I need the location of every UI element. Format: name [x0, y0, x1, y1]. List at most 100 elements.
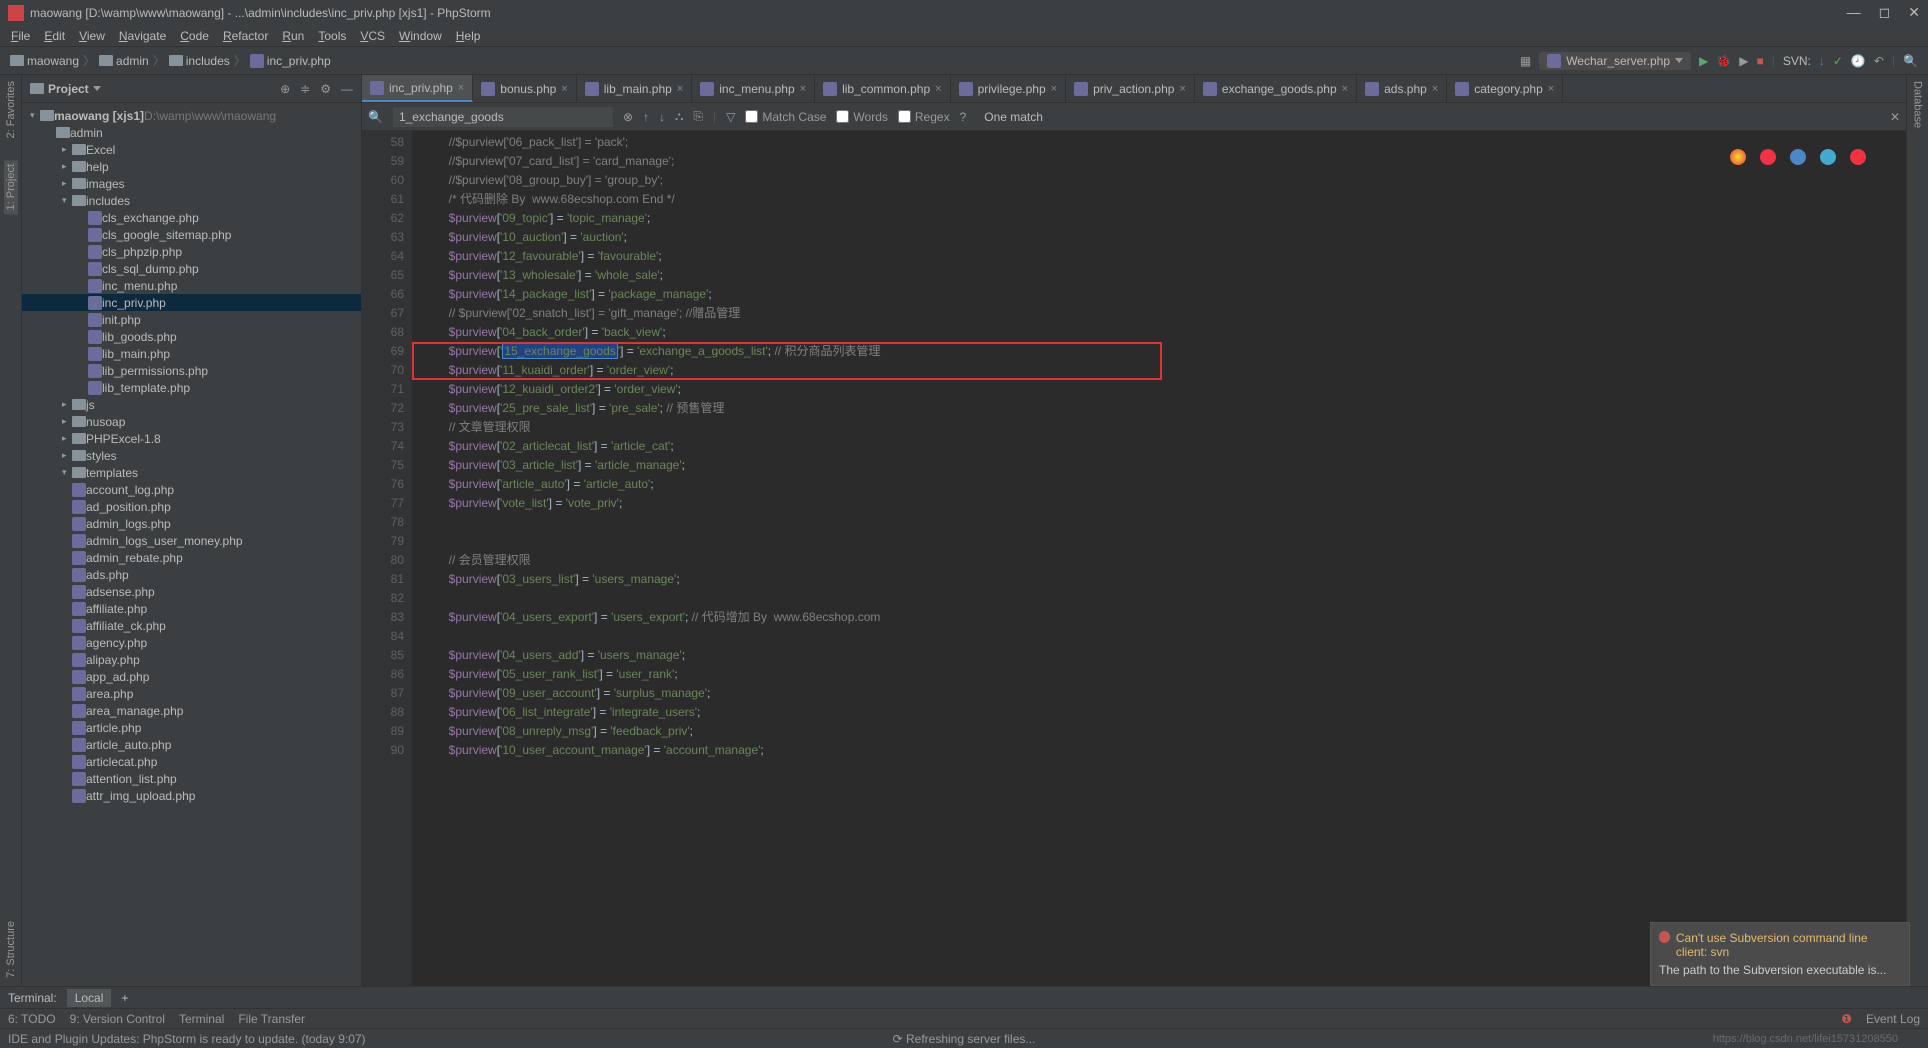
- code-line-64[interactable]: $purview['12_favourable'] = 'favourable'…: [422, 247, 1906, 266]
- code-line-80[interactable]: // 会员管理权限: [422, 551, 1906, 570]
- tab-lib_common.php[interactable]: lib_common.php×: [815, 75, 951, 102]
- code-line-84[interactable]: [422, 627, 1906, 646]
- match-case-checkbox[interactable]: Match Case: [745, 110, 826, 124]
- code-line-90[interactable]: $purview['10_user_account_manage'] = 'ac…: [422, 741, 1906, 760]
- code-line-70[interactable]: $purview['11_kuaidi_order'] = 'order_vie…: [422, 361, 1906, 380]
- menu-edit[interactable]: Edit: [37, 27, 72, 45]
- tab-exchange_goods.php[interactable]: exchange_goods.php×: [1195, 75, 1357, 102]
- code-line-76[interactable]: $purview['article_auto'] = 'article_auto…: [422, 475, 1906, 494]
- tree-item[interactable]: ads.php: [22, 566, 361, 583]
- code-line-71[interactable]: $purview['12_kuaidi_order2'] = 'order_vi…: [422, 380, 1906, 399]
- tree-item[interactable]: affiliate_ck.php: [22, 617, 361, 634]
- add-selection-icon[interactable]: ⎘: [693, 109, 703, 124]
- add-terminal-icon[interactable]: +: [121, 991, 128, 1005]
- close-tab-icon[interactable]: ×: [561, 83, 567, 95]
- code-line-66[interactable]: $purview['14_package_list'] = 'package_m…: [422, 285, 1906, 304]
- tree-item[interactable]: lib_main.php: [22, 345, 361, 362]
- next-match-icon[interactable]: ↓: [659, 110, 665, 124]
- tree-item[interactable]: ▸ PHPExcel-1.8: [22, 430, 361, 447]
- debug-icon[interactable]: 🐞: [1716, 54, 1731, 68]
- opera-icon[interactable]: [1850, 149, 1866, 165]
- prev-match-icon[interactable]: ↑: [643, 110, 649, 124]
- crumb-2[interactable]: includes: [169, 54, 230, 68]
- regex-help-icon[interactable]: ?: [960, 110, 967, 124]
- close-tab-icon[interactable]: ×: [800, 83, 806, 95]
- close-tab-icon[interactable]: ×: [1051, 83, 1057, 95]
- rail-structure[interactable]: 7: Structure: [5, 921, 17, 978]
- code-line-78[interactable]: [422, 513, 1906, 532]
- tree-item[interactable]: articlecat.php: [22, 753, 361, 770]
- tab-inc_menu.php[interactable]: inc_menu.php×: [692, 75, 815, 102]
- tree-item[interactable]: attr_img_upload.php: [22, 787, 361, 804]
- terminal-tool[interactable]: Terminal: [179, 1012, 224, 1026]
- code-line-73[interactable]: // 文章管理权限: [422, 418, 1906, 437]
- tree-item[interactable]: ▸ nusoap: [22, 413, 361, 430]
- tree-root[interactable]: ▾ maowang [xjs1] D:\wamp\www\maowang: [22, 107, 361, 124]
- tree-item[interactable]: ▾ templates: [22, 464, 361, 481]
- tree-item[interactable]: ▸ styles: [22, 447, 361, 464]
- tree-item[interactable]: cls_sql_dump.php: [22, 260, 361, 277]
- tab-ads.php[interactable]: ads.php×: [1357, 75, 1447, 102]
- update-icon[interactable]: ↓: [1819, 54, 1825, 68]
- code-line-60[interactable]: //$purview['08_group_buy'] = 'group_by';: [422, 171, 1906, 190]
- tree-item[interactable]: lib_template.php: [22, 379, 361, 396]
- menu-navigate[interactable]: Navigate: [112, 27, 173, 45]
- menu-code[interactable]: Code: [173, 27, 216, 45]
- code-line-59[interactable]: //$purview['07_card_list'] = 'card_manag…: [422, 152, 1906, 171]
- tree-item[interactable]: alipay.php: [22, 651, 361, 668]
- tree-item[interactable]: affiliate.php: [22, 600, 361, 617]
- menu-file[interactable]: File: [4, 27, 37, 45]
- tree-item[interactable]: area_manage.php: [22, 702, 361, 719]
- stop-icon[interactable]: ■: [1756, 54, 1763, 68]
- tree-item[interactable]: lib_permissions.php: [22, 362, 361, 379]
- collapse-all-icon[interactable]: ≑: [300, 82, 310, 96]
- regex-checkbox[interactable]: Regex: [898, 110, 950, 124]
- code-line-82[interactable]: [422, 589, 1906, 608]
- scroll-from-source-icon[interactable]: ⊕: [280, 82, 290, 96]
- code-line-75[interactable]: $purview['03_article_list'] = 'article_m…: [422, 456, 1906, 475]
- terminal-tab-local[interactable]: Local: [67, 989, 112, 1007]
- tree-item[interactable]: cls_exchange.php: [22, 209, 361, 226]
- crumb-3[interactable]: inc_priv.php: [250, 54, 331, 68]
- code-line-86[interactable]: $purview['05_user_rank_list'] = 'user_ra…: [422, 665, 1906, 684]
- close-tab-icon[interactable]: ×: [1342, 83, 1348, 95]
- tree-item[interactable]: admin_rebate.php: [22, 549, 361, 566]
- close-tab-icon[interactable]: ×: [677, 83, 683, 95]
- project-tree[interactable]: ▾ maowang [xjs1] D:\wamp\www\maowang adm…: [22, 103, 361, 986]
- build-icon[interactable]: ▦: [1520, 54, 1531, 68]
- tree-item[interactable]: init.php: [22, 311, 361, 328]
- rail-database[interactable]: Database: [1912, 81, 1924, 128]
- coverage-icon[interactable]: ▶: [1739, 54, 1748, 68]
- code-line-77[interactable]: $purview['vote_list'] = 'vote_priv';: [422, 494, 1906, 513]
- words-checkbox[interactable]: Words: [836, 110, 887, 124]
- chrome-icon[interactable]: [1730, 149, 1746, 165]
- tree-item[interactable]: ▸ help: [22, 158, 361, 175]
- tree-item[interactable]: inc_menu.php: [22, 277, 361, 294]
- code-line-68[interactable]: $purview['04_back_order'] = 'back_view';: [422, 323, 1906, 342]
- rail-favorites[interactable]: 2: Favorites: [5, 81, 17, 138]
- code-lines[interactable]: //$purview['06_pack_list'] = 'pack'; //$…: [412, 131, 1906, 986]
- code-line-85[interactable]: $purview['04_users_add'] = 'users_manage…: [422, 646, 1906, 665]
- menu-window[interactable]: Window: [392, 27, 449, 45]
- menu-refactor[interactable]: Refactor: [216, 27, 275, 45]
- code-line-61[interactable]: /* 代码删除 By www.68ecshop.com End */: [422, 190, 1906, 209]
- close-tab-icon[interactable]: ×: [935, 83, 941, 95]
- tree-item[interactable]: inc_priv.php: [22, 294, 361, 311]
- hide-icon[interactable]: —: [341, 82, 353, 96]
- code-line-83[interactable]: $purview['04_users_export'] = 'users_exp…: [422, 608, 1906, 627]
- run-config-selector[interactable]: Wechar_server.php: [1539, 52, 1691, 70]
- search-icon[interactable]: 🔍: [1903, 54, 1918, 68]
- tree-item[interactable]: cls_phpzip.php: [22, 243, 361, 260]
- close-tab-icon[interactable]: ×: [458, 82, 464, 94]
- menu-tools[interactable]: Tools: [311, 27, 353, 45]
- tree-item[interactable]: account_log.php: [22, 481, 361, 498]
- tree-item[interactable]: attention_list.php: [22, 770, 361, 787]
- firefox-icon[interactable]: [1760, 149, 1776, 165]
- tree-item[interactable]: admin: [22, 124, 361, 141]
- tree-item[interactable]: admin_logs_user_money.php: [22, 532, 361, 549]
- code-line-74[interactable]: $purview['02_articlecat_list'] = 'articl…: [422, 437, 1906, 456]
- tree-item[interactable]: article_auto.php: [22, 736, 361, 753]
- tab-priv_action.php[interactable]: priv_action.php×: [1066, 75, 1195, 102]
- code-line-63[interactable]: $purview['10_auction'] = 'auction';: [422, 228, 1906, 247]
- code-line-89[interactable]: $purview['08_unreply_msg'] = 'feedback_p…: [422, 722, 1906, 741]
